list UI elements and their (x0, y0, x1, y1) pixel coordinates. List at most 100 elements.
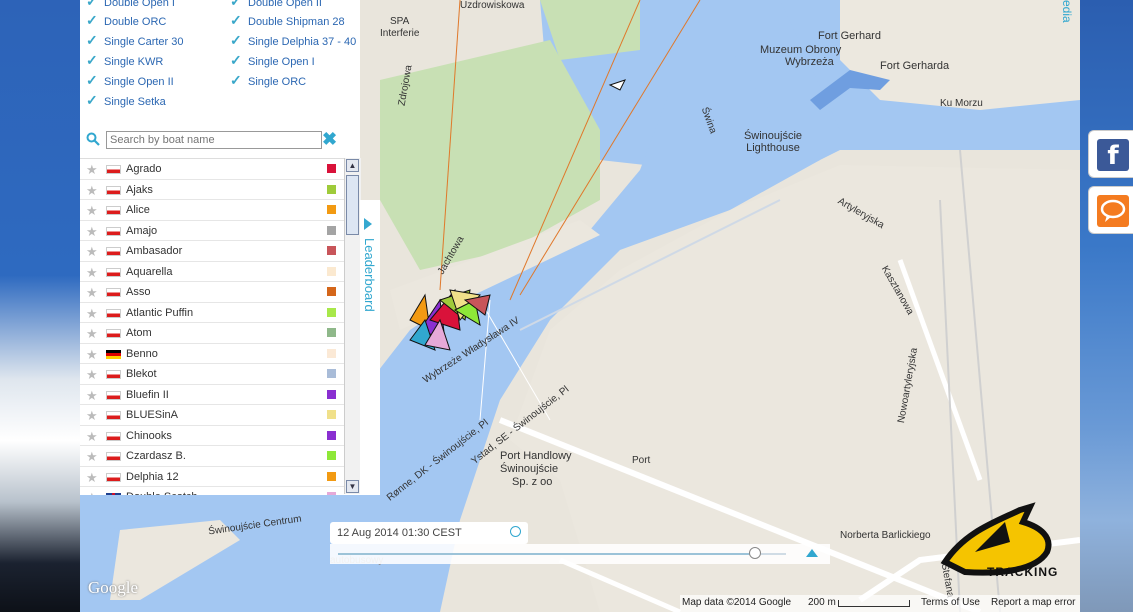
boat-list-scrollbar[interactable]: ▲ ▼ (344, 158, 361, 494)
boat-row[interactable]: ★ Ajaks (80, 180, 344, 200)
scroll-up-button[interactable]: ▲ (346, 159, 359, 172)
boat-row[interactable]: ★ BLUESinA (80, 405, 344, 426)
boat-color-swatch[interactable] (327, 410, 336, 419)
boat-row[interactable]: ★ Aquarella (80, 262, 344, 282)
class-filter-item[interactable]: ✓ Single Open I (230, 52, 315, 68)
map-scale: 200 m (808, 597, 836, 608)
clear-search-icon[interactable]: ✖ (322, 130, 337, 148)
flag-icon (106, 329, 121, 338)
boat-row[interactable]: ★ Atom (80, 323, 344, 344)
boat-color-swatch[interactable] (327, 471, 336, 481)
boat-color-swatch[interactable] (327, 266, 336, 276)
checkmark-icon: ✓ (230, 12, 242, 28)
boat-row[interactable]: ★ Blekot (80, 364, 344, 385)
favorite-star-icon[interactable]: ★ (86, 183, 98, 199)
class-filter-item[interactable]: ✓ Single Delphia 37 - 40 (230, 32, 356, 48)
map-label: SPA (390, 16, 410, 27)
leaderboard-tab[interactable]: Leaderboard (360, 200, 380, 495)
favorite-star-icon[interactable]: ★ (86, 449, 98, 465)
favorite-star-icon[interactable]: ★ (86, 408, 98, 424)
boat-color-swatch[interactable] (327, 184, 336, 194)
boat-row[interactable]: ★ Atlantic Puffin (80, 303, 344, 323)
boat-color-swatch[interactable] (327, 328, 336, 337)
boat-color-swatch[interactable] (327, 389, 336, 399)
boat-color-swatch[interactable] (327, 492, 336, 495)
map-label: Interferie (380, 28, 420, 39)
class-filter-item[interactable]: ✓ Double Shipman 28 (230, 12, 345, 28)
favorite-star-icon[interactable]: ★ (86, 224, 98, 240)
favorite-star-icon[interactable]: ★ (86, 285, 98, 301)
expand-arrow-icon (364, 218, 372, 230)
checkmark-icon: ✓ (86, 52, 98, 68)
boat-color-swatch[interactable] (327, 225, 336, 235)
boat-list[interactable]: ★ Agrado ★ Ajaks ★ Alice ★ Amajo ★ Ambasador ★ Aqua… (80, 158, 344, 495)
boat-row[interactable]: ★ Ambasador (80, 241, 344, 262)
favorite-star-icon[interactable]: ★ (86, 162, 98, 178)
search-input[interactable] (106, 131, 322, 149)
scroll-thumb[interactable] (346, 175, 359, 235)
checkmark-icon: ✓ (86, 12, 98, 28)
map-label: Wybrzeża (785, 56, 834, 68)
class-filter-item[interactable]: ✓ Single KWR (86, 52, 163, 68)
boat-color-swatch[interactable] (327, 348, 336, 358)
boat-row[interactable]: ★ Benno (80, 344, 344, 364)
boat-row[interactable]: ★ Bluefin II (80, 385, 344, 405)
top-right-fragment: edia (1060, 0, 1074, 23)
boat-name: Atom (126, 327, 152, 339)
class-filter-item[interactable]: ✓ Single Open II (86, 72, 174, 88)
class-filter-item[interactable]: ✓ Single Carter 30 (86, 32, 184, 48)
replay-timeline[interactable] (330, 544, 830, 564)
checkmark-icon: ✓ (230, 72, 242, 88)
boat-row[interactable]: ★ Chinooks (80, 426, 344, 446)
facebook-button[interactable]: f (1088, 130, 1133, 178)
timeline-knob[interactable] (748, 547, 761, 559)
boat-color-swatch[interactable] (327, 164, 336, 173)
flag-icon (106, 288, 121, 297)
boat-color-swatch[interactable] (327, 246, 336, 255)
boat-row[interactable]: ★ Agrado (80, 159, 344, 180)
flag-icon (106, 267, 121, 277)
boat-row[interactable]: ★ Delphia 12 (80, 467, 344, 487)
boat-panel: ✓ Double Open I ✓ Double ORC ✓ Single Carte… (80, 0, 361, 495)
favorite-star-icon[interactable]: ★ (86, 326, 98, 342)
time-display: 12 Aug 2014 01:30 CEST (330, 522, 528, 544)
boat-row[interactable]: ★ Czardasz B. (80, 446, 344, 467)
timeline-progress (338, 553, 755, 555)
checkmark-icon: ✓ (86, 0, 98, 9)
boat-color-swatch[interactable] (327, 451, 336, 460)
class-filter-item[interactable]: ✓ Double Open II (230, 0, 322, 9)
favorite-star-icon[interactable]: ★ (86, 470, 98, 486)
favorite-star-icon[interactable]: ★ (86, 367, 98, 383)
scale-bar (838, 600, 910, 607)
class-filter-item[interactable]: ✓ Double Open I (86, 0, 175, 9)
class-filter-item[interactable]: ✓ Double ORC (86, 12, 166, 28)
boat-row[interactable]: ★ Double Scotch (80, 487, 344, 495)
boat-row[interactable]: ★ Alice (80, 200, 344, 221)
flag-icon (106, 206, 121, 215)
favorite-star-icon[interactable]: ★ (86, 203, 98, 219)
boat-row[interactable]: ★ Amajo (80, 221, 344, 241)
play-icon[interactable] (806, 549, 818, 557)
clock-icon[interactable] (510, 526, 521, 537)
favorite-star-icon[interactable]: ★ (86, 306, 98, 322)
scroll-down-button[interactable]: ▼ (346, 480, 359, 493)
chat-button[interactable] (1088, 186, 1133, 234)
boat-color-swatch[interactable] (327, 369, 336, 378)
class-filter-item[interactable]: ✓ Single Setka (86, 92, 166, 108)
favorite-star-icon[interactable]: ★ (86, 244, 98, 260)
boat-color-swatch[interactable] (327, 205, 336, 214)
favorite-star-icon[interactable]: ★ (86, 347, 98, 363)
favorite-star-icon[interactable]: ★ (86, 490, 98, 495)
favorite-star-icon[interactable]: ★ (86, 388, 98, 404)
boat-color-swatch[interactable] (327, 287, 336, 296)
report-error-link[interactable]: Report a map error (991, 597, 1075, 608)
boat-name: Ambasador (126, 245, 183, 257)
boat-color-swatch[interactable] (327, 430, 336, 440)
boat-color-swatch[interactable] (327, 307, 336, 317)
class-filter-item[interactable]: ✓ Single ORC (230, 72, 306, 88)
favorite-star-icon[interactable]: ★ (86, 429, 98, 445)
boat-row[interactable]: ★ Asso (80, 282, 344, 303)
terms-link[interactable]: Terms of Use (921, 597, 980, 608)
boat-name: Double Scotch (126, 490, 198, 495)
favorite-star-icon[interactable]: ★ (86, 265, 98, 281)
